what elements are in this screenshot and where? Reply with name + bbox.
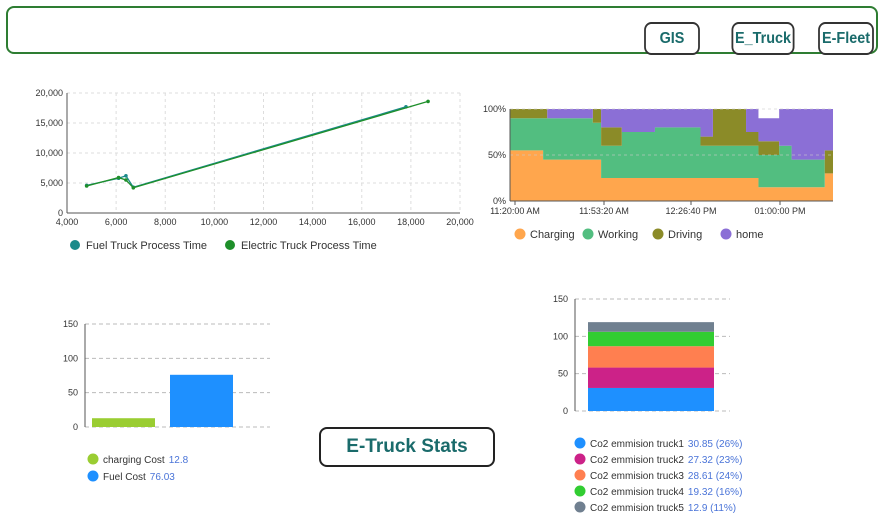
legend-value: 27.32 (23%): [688, 455, 742, 466]
legend-marker: [574, 485, 586, 497]
e-truck-stats-button[interactable]: E-Truck Stats: [319, 427, 495, 467]
y-tick-label: 50: [558, 369, 568, 379]
legend-entry: Co2 emmision truck1 30.85 (26%): [590, 439, 742, 450]
legend-marker: [574, 453, 586, 465]
y-tick-label: 100: [553, 331, 568, 341]
legend-label: Co2 emmision truck5: [590, 503, 684, 514]
legend-value: 12.9 (11%): [688, 503, 736, 514]
legend-entry: Co2 emmision truck3 28.61 (24%): [590, 471, 742, 482]
legend-label: Co2 emmision truck1: [590, 439, 684, 450]
stack-segment-truck3: [588, 346, 714, 368]
legend-label: Co2 emmision truck3: [590, 471, 684, 482]
stack-segment-truck5: [588, 322, 714, 332]
legend-entry: Co2 emmision truck2 27.32 (23%): [590, 455, 742, 466]
stack-segment-truck2: [588, 367, 714, 388]
legend-entry: Co2 emmision truck4 19.32 (16%): [590, 487, 742, 498]
legend-entry: Co2 emmision truck5 12.9 (11%): [590, 503, 736, 514]
y-tick-label: 0: [563, 406, 568, 416]
y-tick-label: 150: [553, 294, 568, 304]
legend-value: 19.32 (16%): [688, 487, 742, 498]
legend-marker: [574, 469, 586, 481]
stack-segment-truck4: [588, 331, 714, 347]
legend-marker: [574, 501, 586, 513]
legend-label: Co2 emmision truck4: [590, 487, 684, 498]
stack-segment-truck1: [588, 387, 714, 411]
legend-marker: [574, 437, 586, 449]
legend-value: 30.85 (26%): [688, 439, 742, 450]
legend-value: 28.61 (24%): [688, 471, 742, 482]
legend-label: Co2 emmision truck2: [590, 455, 684, 466]
